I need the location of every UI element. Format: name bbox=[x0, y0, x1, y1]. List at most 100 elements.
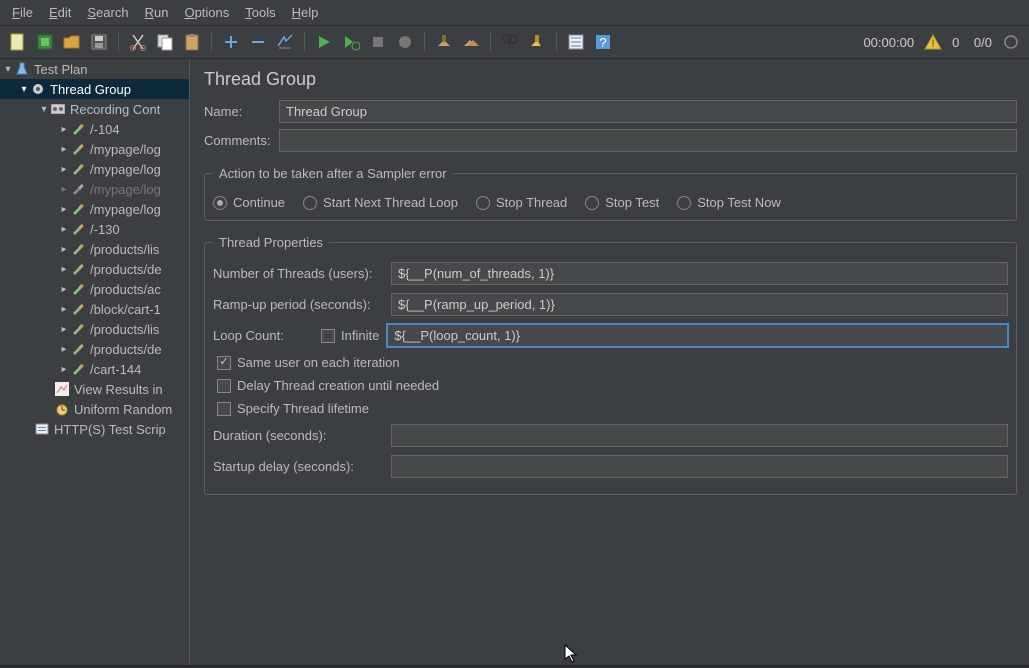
tree-sampler[interactable]: ▸/mypage/log bbox=[0, 159, 189, 179]
radio-stop-test[interactable]: Stop Test bbox=[585, 195, 659, 210]
new-icon[interactable] bbox=[6, 30, 30, 54]
chevron-right-icon[interactable]: ▸ bbox=[58, 244, 70, 255]
tree-sampler[interactable]: ▸/-104 bbox=[0, 119, 189, 139]
radio-icon[interactable] bbox=[585, 196, 599, 210]
start-noTimers-icon[interactable] bbox=[339, 30, 363, 54]
specify-lifetime-checkbox[interactable] bbox=[217, 402, 231, 416]
tree-sampler[interactable]: ▸ /products/ac bbox=[0, 279, 189, 299]
help-icon[interactable]: ? bbox=[591, 30, 615, 54]
menu-file[interactable]: File bbox=[4, 2, 41, 23]
tree-sampler[interactable]: ▸/products/lis bbox=[0, 319, 189, 339]
tree-sampler[interactable]: ▸/products/de bbox=[0, 259, 189, 279]
tree-sampler[interactable]: ▸ /mypage/log bbox=[0, 179, 189, 199]
tree-test-plan[interactable]: ▾ Test Plan bbox=[0, 59, 189, 79]
toggle-icon[interactable] bbox=[273, 30, 297, 54]
menu-options[interactable]: Options bbox=[176, 2, 237, 23]
rampup-input[interactable] bbox=[391, 293, 1008, 316]
copy-icon[interactable] bbox=[153, 30, 177, 54]
menu-edit[interactable]: Edit bbox=[41, 2, 79, 23]
search-reset-icon[interactable] bbox=[525, 30, 549, 54]
tree-recording-controller[interactable]: ▾ Recording Cont bbox=[0, 99, 189, 119]
chevron-right-icon[interactable]: ▸ bbox=[58, 124, 70, 135]
thread-properties-fieldset: Thread Properties Number of Threads (use… bbox=[204, 235, 1017, 495]
comments-input[interactable] bbox=[279, 129, 1017, 152]
tree-view-results[interactable]: View Results in bbox=[0, 379, 189, 399]
radio-icon[interactable] bbox=[476, 196, 490, 210]
expand-icon[interactable] bbox=[219, 30, 243, 54]
tree-item-label: /mypage/log bbox=[90, 182, 161, 197]
menu-help[interactable]: Help bbox=[284, 2, 327, 23]
clear-all-icon[interactable] bbox=[459, 30, 483, 54]
stop-icon[interactable] bbox=[366, 30, 390, 54]
chevron-right-icon[interactable]: ▸ bbox=[58, 144, 70, 155]
tree-sampler[interactable]: ▸/products/lis bbox=[0, 239, 189, 259]
sampler-icon bbox=[70, 121, 86, 137]
cut-icon[interactable] bbox=[126, 30, 150, 54]
name-label: Name: bbox=[204, 104, 279, 119]
tree-sampler[interactable]: ▸/mypage/log bbox=[0, 199, 189, 219]
numthreads-input[interactable] bbox=[391, 262, 1008, 285]
chevron-right-icon[interactable]: ▸ bbox=[58, 224, 70, 235]
tree-uniform-random[interactable]: Uniform Random bbox=[0, 399, 189, 419]
name-input[interactable] bbox=[279, 100, 1017, 123]
templates-icon[interactable] bbox=[33, 30, 57, 54]
tree-sampler[interactable]: ▸/mypage/log bbox=[0, 139, 189, 159]
function-helper-icon[interactable] bbox=[564, 30, 588, 54]
search-icon[interactable] bbox=[498, 30, 522, 54]
chevron-right-icon[interactable]: ▸ bbox=[58, 264, 70, 275]
gear-icon bbox=[30, 81, 46, 97]
sameuser-checkbox[interactable] bbox=[217, 356, 231, 370]
loopcount-input[interactable] bbox=[387, 324, 1008, 347]
thread-group-panel: Thread Group Name: Comments: Action to b… bbox=[190, 59, 1029, 665]
tree-item-label: /products/de bbox=[90, 342, 162, 357]
delay-checkbox[interactable] bbox=[217, 379, 231, 393]
tree-item-label: /-130 bbox=[90, 222, 120, 237]
radio-icon[interactable] bbox=[213, 196, 227, 210]
flask-icon bbox=[14, 61, 30, 77]
duration-label: Duration (seconds): bbox=[213, 428, 391, 443]
paste-icon[interactable] bbox=[180, 30, 204, 54]
tree-sampler[interactable]: ▸ /-130 bbox=[0, 219, 189, 239]
tree-thread-group[interactable]: ▾ Thread Group bbox=[0, 79, 189, 99]
thread-ratio: 0/0 bbox=[966, 35, 996, 50]
radio-icon[interactable] bbox=[677, 196, 691, 210]
chevron-right-icon[interactable]: ▸ bbox=[58, 204, 70, 215]
radio-start-next-loop[interactable]: Start Next Thread Loop bbox=[303, 195, 458, 210]
test-plan-tree[interactable]: ▾ Test Plan ▾ Thread Group ▾ Recording C… bbox=[0, 59, 190, 665]
tree-sampler[interactable]: ▸ /products/de bbox=[0, 339, 189, 359]
chevron-right-icon[interactable]: ▸ bbox=[58, 304, 70, 315]
chevron-right-icon[interactable]: ▸ bbox=[58, 184, 70, 195]
chevron-right-icon[interactable]: ▸ bbox=[58, 164, 70, 175]
menu-run[interactable]: Run bbox=[137, 2, 177, 23]
radio-stop-test-now[interactable]: Stop Test Now bbox=[677, 195, 781, 210]
radio-stop-thread[interactable]: Stop Thread bbox=[476, 195, 567, 210]
menu-search[interactable]: Search bbox=[79, 2, 136, 23]
tree-sampler[interactable]: ▸/block/cart-1 bbox=[0, 299, 189, 319]
chevron-right-icon[interactable]: ▸ bbox=[58, 324, 70, 335]
shutdown-icon[interactable] bbox=[393, 30, 417, 54]
infinite-checkbox[interactable] bbox=[321, 329, 335, 343]
tree-http-script-recorder[interactable]: HTTP(S) Test Scrip bbox=[0, 419, 189, 439]
chevron-down-icon[interactable]: ▾ bbox=[18, 84, 30, 95]
tree-sampler[interactable]: ▸ /cart-144 bbox=[0, 359, 189, 379]
tree-item-label: /products/ac bbox=[90, 282, 161, 297]
chevron-right-icon[interactable]: ▸ bbox=[58, 344, 70, 355]
chevron-down-icon[interactable]: ▾ bbox=[2, 64, 14, 75]
sampler-error-fieldset: Action to be taken after a Sampler error… bbox=[204, 166, 1017, 221]
warning-icon[interactable]: ! bbox=[921, 30, 945, 54]
infinite-label: Infinite bbox=[341, 328, 379, 343]
tree-item-label: /cart-144 bbox=[90, 362, 141, 377]
radio-icon[interactable] bbox=[303, 196, 317, 210]
chevron-right-icon[interactable]: ▸ bbox=[58, 364, 70, 375]
save-icon[interactable] bbox=[87, 30, 111, 54]
collapse-icon[interactable] bbox=[246, 30, 270, 54]
radio-continue[interactable]: Continue bbox=[213, 195, 285, 210]
start-icon[interactable] bbox=[312, 30, 336, 54]
open-icon[interactable] bbox=[60, 30, 84, 54]
menu-tools[interactable]: Tools bbox=[237, 2, 283, 23]
chevron-right-icon[interactable]: ▸ bbox=[58, 284, 70, 295]
clear-icon[interactable] bbox=[432, 30, 456, 54]
sampler-icon bbox=[70, 321, 86, 337]
duration-input bbox=[391, 424, 1008, 447]
chevron-down-icon[interactable]: ▾ bbox=[38, 104, 50, 115]
